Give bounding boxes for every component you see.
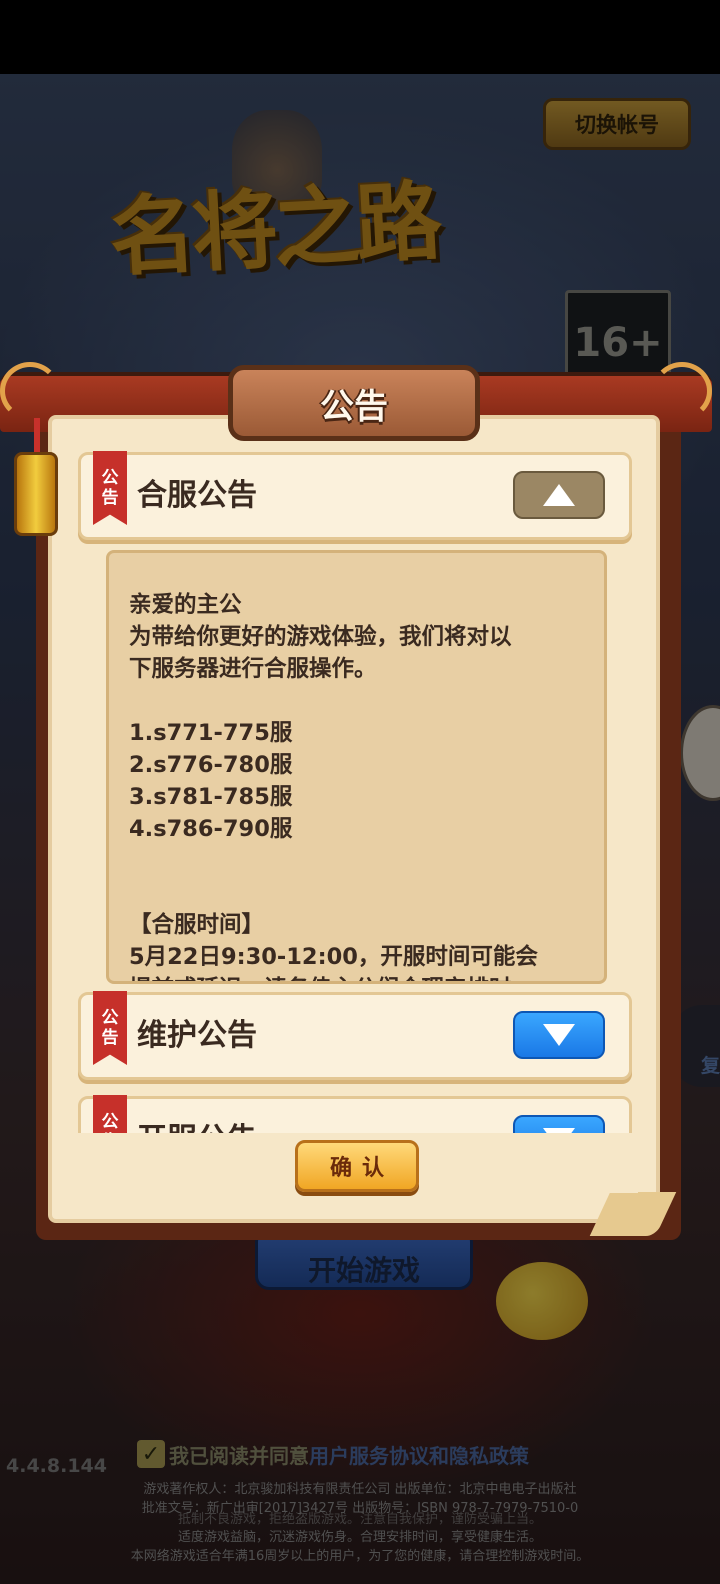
server-line: 4.s786-790服 [129,816,293,842]
notice-content[interactable]: 亲爱的主公 为带给你更好的游戏体验，我们将对以 下服务器进行合服操作。 1.s7… [106,550,607,984]
tag-char: 公 [101,468,119,488]
dialog-title: 公告 [320,386,388,427]
chevron-down-icon [543,1024,575,1046]
server-line: 1.s771-775服 [129,720,293,746]
tag-char: 公 [101,1112,119,1132]
section-tag: 公 告 [93,451,127,525]
rail-ornament-left [0,362,60,420]
tag-char: 告 [101,488,119,508]
content-line: 亲爱的主公 [129,592,242,618]
tag-char: 公 [101,1008,119,1028]
dialog-title-plank: 公告 [228,365,480,441]
chevron-up-icon [543,484,575,506]
server-line: 2.s776-780服 [129,752,293,778]
expand-button[interactable] [513,1011,605,1059]
section-title: 维护公告 [137,1018,257,1053]
section-title: 合服公告 [137,478,257,513]
content-line: 下服务器进行合服操作。 [129,656,377,682]
section-merge-notice[interactable]: 公 告 合服公告 [78,451,632,540]
content-line: 为带给你更好的游戏体验，我们将对以 [129,624,512,650]
content-line: 【合服时间】 [129,912,265,938]
lantern-icon [14,452,58,536]
content-line: 5月22日9:30-12:00，开服时间可能会 [129,944,538,970]
confirm-button[interactable]: 确认 [295,1140,419,1192]
confirm-label: 确认 [329,1156,394,1181]
section-tag: 公 告 [93,991,127,1065]
server-line: 3.s781-785服 [129,784,293,810]
rail-ornament-right [652,362,712,420]
section-maintenance-notice[interactable]: 公 告 维护公告 [78,991,632,1080]
tag-char: 告 [101,1028,119,1048]
collapse-button[interactable] [513,471,605,519]
content-line: 提前或延迟，请务佳主公们合理安排时 [129,973,584,981]
